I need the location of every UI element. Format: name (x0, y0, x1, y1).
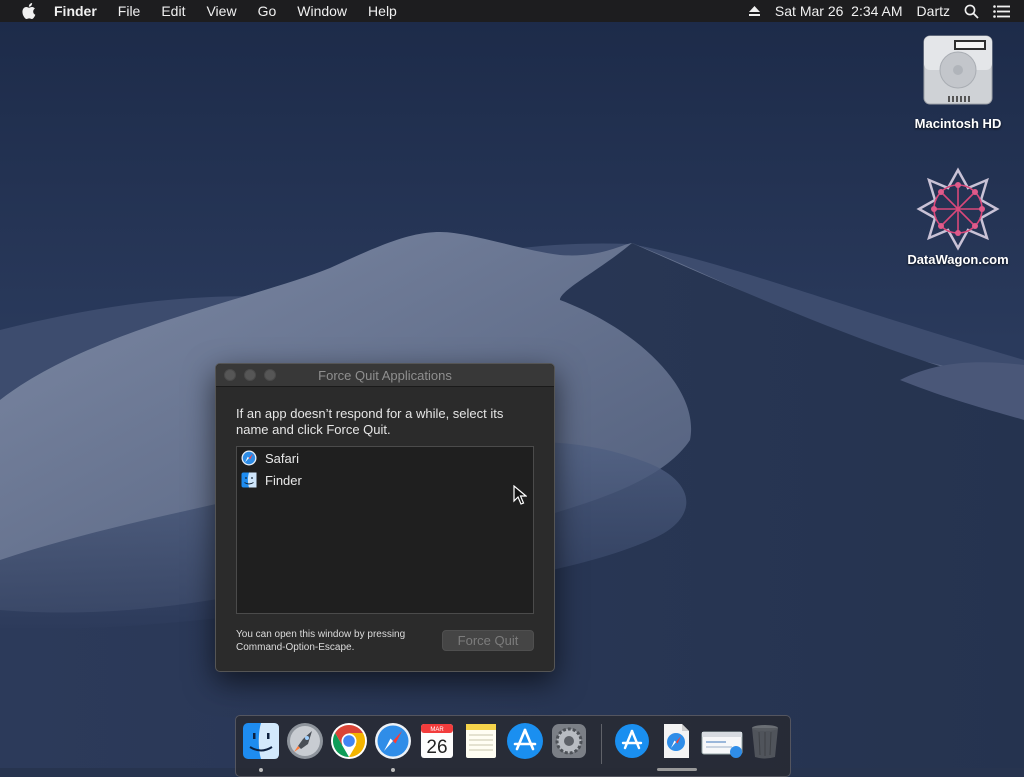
datawagon-logo-icon (916, 167, 1000, 251)
dock-item-trash[interactable] (746, 722, 784, 760)
force-quit-window: Force Quit Applications If an app doesn’… (215, 363, 555, 672)
dock-item-chrome[interactable] (330, 722, 368, 760)
system-preferences-icon (552, 724, 586, 758)
chrome-icon (331, 723, 367, 759)
calendar-icon: MAR 26 (421, 724, 453, 758)
finder-icon (241, 472, 257, 488)
dock-item-launchpad[interactable] (286, 722, 324, 760)
finder-icon (243, 723, 279, 759)
safari-icon (375, 723, 411, 759)
menu-app-finder[interactable]: Finder (54, 3, 97, 19)
dock-item-calendar[interactable]: MAR 26 (418, 722, 456, 760)
desktop-icon-label: DataWagon.com (907, 252, 1009, 267)
calendar-month: MAR (430, 727, 444, 733)
app-name: Finder (265, 472, 302, 488)
minimized-window-icon (701, 731, 743, 758)
desktop-icon-datawagon[interactable]: DataWagon.com (898, 166, 1018, 267)
menu-go[interactable]: Go (258, 3, 277, 19)
menu-user-name[interactable]: Dartz (917, 3, 950, 19)
app-row-safari[interactable]: Safari (237, 447, 533, 469)
mouse-cursor-icon (513, 485, 527, 505)
menu-file[interactable]: File (118, 3, 141, 19)
dock-separator (601, 724, 602, 764)
menu-window[interactable]: Window (297, 3, 347, 19)
window-titlebar[interactable]: Force Quit Applications (216, 364, 554, 387)
dock-item-system-preferences[interactable] (550, 722, 588, 760)
hard-drive-icon (923, 35, 993, 105)
notification-center-icon[interactable] (993, 4, 1010, 18)
safari-icon (241, 450, 257, 466)
menu-help[interactable]: Help (368, 3, 397, 19)
menu-edit[interactable]: Edit (161, 3, 185, 19)
menu-clock[interactable]: Sat Mar 26 2:34 AM (775, 3, 903, 19)
running-indicator (259, 768, 263, 772)
calendar-day: 26 (426, 737, 447, 758)
menu-bar: Finder File Edit View Go Window Help Sat… (0, 0, 1024, 22)
window-title: Force Quit Applications (318, 368, 452, 383)
apple-menu-icon[interactable] (20, 2, 36, 20)
app-name: Safari (265, 450, 299, 466)
menu-bar-extras: Sat Mar 26 2:34 AM Dartz (734, 0, 1024, 22)
instruction-text: If an app doesn’t respond for a while, s… (236, 406, 504, 437)
menu-view[interactable]: View (206, 3, 236, 19)
trash-icon (752, 725, 778, 759)
spotlight-search-icon[interactable] (964, 4, 979, 19)
dock-item-app-store[interactable] (506, 722, 544, 760)
desktop-icon-label: Macintosh HD (914, 116, 1002, 131)
desktop-icon-macintosh-hd[interactable]: Macintosh HD (898, 30, 1018, 131)
stack-indicator (657, 768, 697, 771)
app-row-finder[interactable]: Finder (237, 469, 533, 491)
running-indicator (391, 768, 395, 772)
app-store-icon (507, 723, 543, 759)
dock-item-applications[interactable] (613, 722, 651, 760)
dock-item-safari[interactable] (374, 722, 412, 772)
eject-icon[interactable] (748, 5, 761, 17)
app-list[interactable]: Safari Finder (236, 446, 534, 614)
dock-item-notes[interactable] (462, 722, 500, 760)
dock-item-downloads[interactable] (657, 722, 697, 771)
dock-item-finder[interactable] (242, 722, 280, 772)
shortcut-hint-text: You can open this window by pressing Com… (236, 629, 406, 653)
force-quit-button[interactable]: Force Quit (442, 630, 534, 651)
launchpad-icon (287, 723, 323, 759)
dock-item-minimized-window[interactable] (701, 722, 743, 760)
downloads-stack-icon (664, 724, 689, 758)
applications-folder-icon (615, 724, 649, 758)
notes-icon (466, 724, 496, 758)
